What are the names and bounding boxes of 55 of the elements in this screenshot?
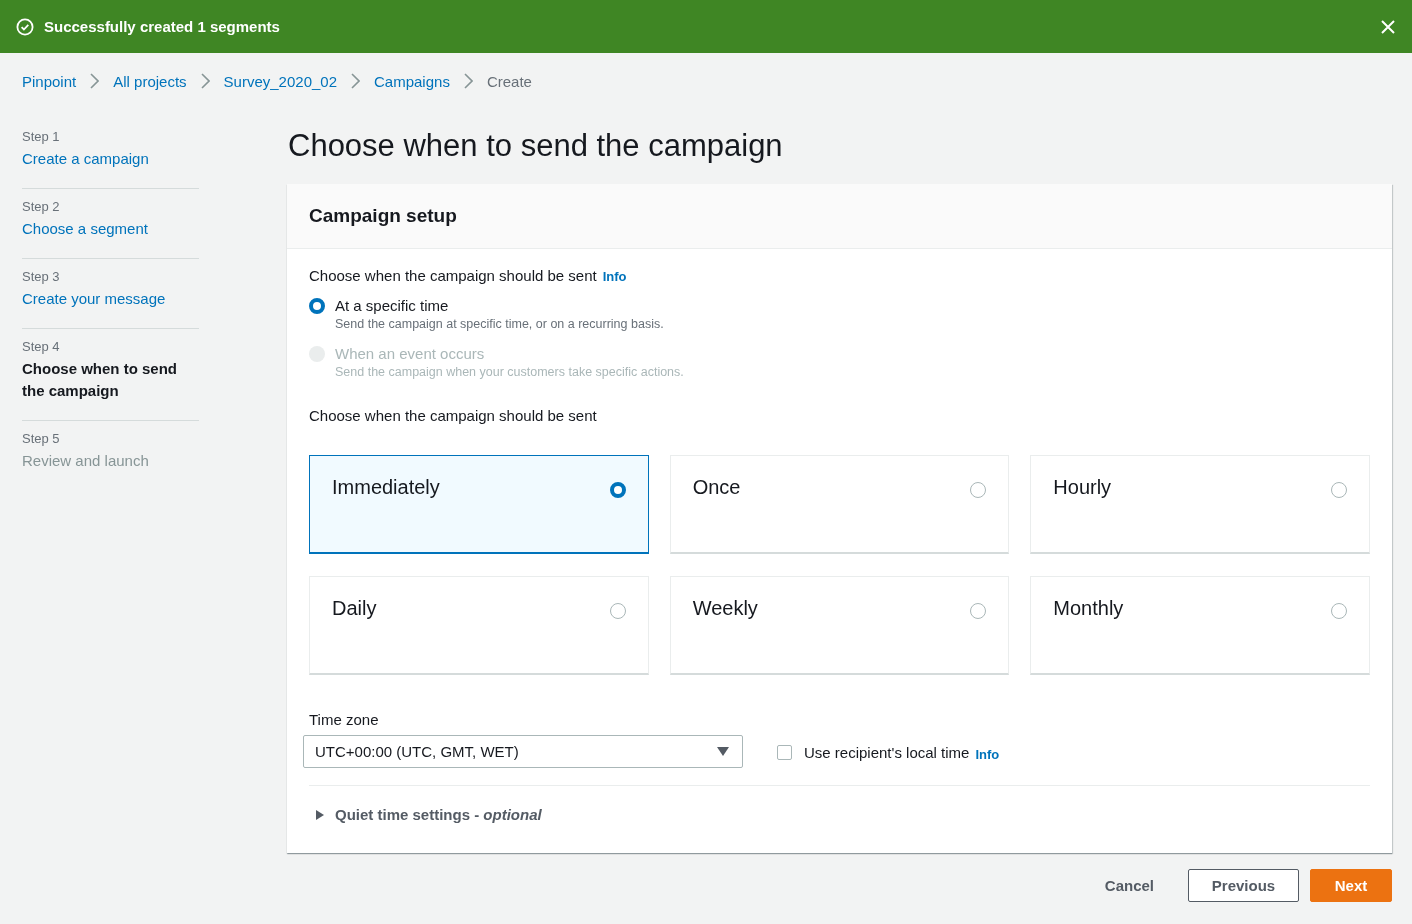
flash-message: Successfully created 1 segments <box>44 18 281 35</box>
panel-title: Campaign setup <box>309 204 458 228</box>
step-number: Step 3 <box>22 269 61 284</box>
close-icon <box>1380 18 1396 35</box>
checkbox-label: Use recipient's local time <box>804 744 970 761</box>
chevron-icon <box>200 73 210 89</box>
timezone-select[interactable]: UTC+00:00 (UTC, GMT, WET) <box>303 735 743 768</box>
radio-label: When an event occurs <box>335 345 486 363</box>
quiet-time-toggle[interactable]: Quiet time settings - optional <box>315 806 542 823</box>
radio-description: Send the campaign when your customers take specific actions. <box>335 365 684 379</box>
page-heading: Choose when to send the campaign <box>288 127 784 165</box>
frequency-card[interactable]: Immediately <box>309 455 649 554</box>
radio-icon <box>1331 482 1347 498</box>
radio-icon <box>1331 603 1347 619</box>
dropdown-caret-icon <box>717 747 729 756</box>
step-number: Step 4 <box>22 339 61 354</box>
step-title: Choose when to send the campaign <box>22 359 178 401</box>
radio-button[interactable] <box>309 298 325 314</box>
chevron-icon <box>90 73 100 89</box>
frequency-card[interactable]: Once <box>669 455 1010 554</box>
step-number: Step 5 <box>22 431 61 446</box>
step-title: Review and launch <box>22 451 149 471</box>
caret-icon <box>315 809 325 820</box>
step-link[interactable]: Choose a segment <box>22 218 148 240</box>
chevron-icon <box>351 73 360 89</box>
breadcrumb-link[interactable]: Campaigns <box>374 72 450 90</box>
radio-label: At a specific time <box>335 297 450 315</box>
breadcrumb-link[interactable]: Survey_2020_02 <box>223 72 337 90</box>
step-link[interactable]: Create a campaign <box>22 148 149 170</box>
frequency-card[interactable]: Daily <box>309 576 649 675</box>
success-icon <box>16 17 34 36</box>
radio-icon <box>609 482 626 498</box>
frequency-card[interactable]: Monthly <box>1030 576 1370 675</box>
step-number: Step 2 <box>22 199 61 214</box>
field-label: Choose when the campaign should be sent <box>309 267 597 284</box>
breadcrumb-link[interactable]: Pinpoint <box>22 72 77 90</box>
field-label: Time zone <box>309 711 380 728</box>
checkbox[interactable] <box>777 745 792 760</box>
cancel-button[interactable]: Cancel <box>1082 869 1176 902</box>
breadcrumb-current: Create <box>486 72 532 90</box>
radio-icon <box>970 603 987 619</box>
frequency-card[interactable]: Weekly <box>669 576 1010 675</box>
info-link[interactable]: Info <box>602 269 627 284</box>
radio-description: Send the campaign at specific time, or on a recurring basis. <box>335 317 664 331</box>
field-label: Choose when the campaign should be sent <box>309 407 597 424</box>
radio-icon <box>609 603 626 619</box>
chevron-icon <box>463 73 473 89</box>
step-number: Step 1 <box>22 129 61 144</box>
previous-button[interactable]: Previous <box>1188 869 1299 902</box>
frequency-card[interactable]: Hourly <box>1030 455 1370 554</box>
info-link[interactable]: Info <box>975 747 1000 762</box>
step-link[interactable]: Create your message <box>22 288 166 310</box>
breadcrumb-link[interactable]: All projects <box>113 72 187 90</box>
radio-icon <box>970 482 987 498</box>
close-button[interactable] <box>1380 18 1396 35</box>
